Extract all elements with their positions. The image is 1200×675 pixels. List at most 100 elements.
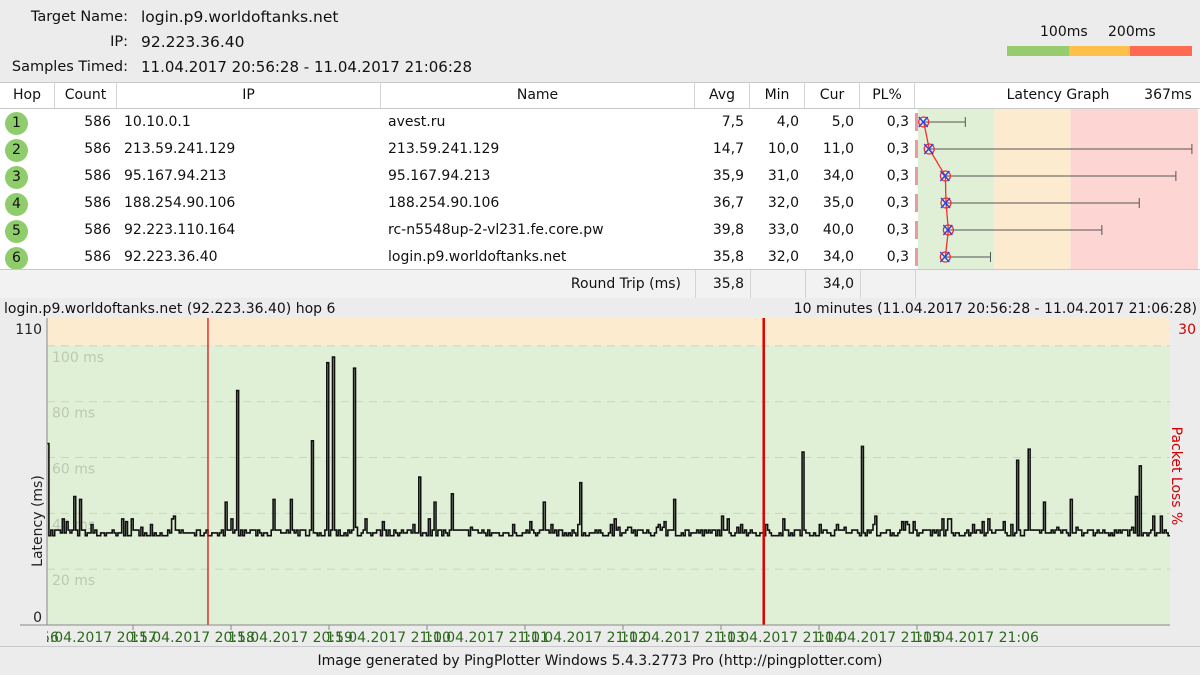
- hop-badge: 1: [5, 112, 28, 135]
- ip-cell: 213.59.241.129: [124, 141, 236, 157]
- pl-cell: 0,3: [886, 249, 909, 265]
- round-trip-avg: 35,8: [712, 276, 744, 292]
- graph-zone-warn: [994, 109, 1071, 269]
- col-cur[interactable]: Cur: [805, 83, 860, 108]
- pl-cell: 0,3: [886, 195, 909, 211]
- y2-axis-title: Packet Loss %: [1168, 427, 1184, 526]
- legend-200ms: 200ms: [1108, 24, 1156, 40]
- hop-badge: 2: [5, 139, 28, 162]
- hop-badge: 4: [5, 193, 28, 216]
- packet-loss-indicator: [915, 194, 918, 212]
- name-cell: login.p9.worldoftanks.net: [388, 249, 567, 265]
- latency-graph: [915, 109, 1198, 269]
- name-cell: 213.59.241.129: [388, 141, 500, 157]
- col-ip[interactable]: IP: [117, 83, 381, 108]
- graph-zone-good: [918, 109, 995, 269]
- avg-cell: 14,7: [712, 141, 744, 157]
- ip-label: IP:: [110, 34, 128, 50]
- y2-max-label: 30: [1178, 322, 1196, 338]
- avg-cell: 35,9: [712, 168, 744, 184]
- packet-loss-indicator: [915, 113, 918, 131]
- min-cell: 32,0: [767, 195, 799, 211]
- y-max-label: 110: [15, 322, 42, 338]
- pl-cell: 0,3: [886, 168, 909, 184]
- count-cell: 586: [84, 249, 111, 265]
- count-cell: 586: [84, 141, 111, 157]
- y-min-label: 0: [33, 610, 42, 626]
- hop-badge: 3: [5, 166, 28, 189]
- col-latency-graph[interactable]: Latency Graph: [1003, 83, 1113, 108]
- ip-cell: 92.223.110.164: [124, 222, 236, 238]
- avg-cell: 39,8: [712, 222, 744, 238]
- packet-loss-indicator: [915, 221, 918, 239]
- avg-cell: 7,5: [721, 114, 744, 130]
- ip-cell: 10.10.0.1: [124, 114, 191, 130]
- graph-zone-bad: [1070, 109, 1198, 269]
- pl-cell: 0,3: [886, 114, 909, 130]
- ip-cell: 95.167.94.213: [124, 168, 227, 184]
- packet-loss-indicator: [915, 140, 918, 158]
- y-axis-title: Latency (ms): [30, 475, 46, 567]
- legend-100ms: 100ms: [1040, 24, 1088, 40]
- col-min[interactable]: Min: [750, 83, 805, 108]
- x-tick-label: 11.04.2017 21:06: [914, 630, 1039, 646]
- min-cell: 31,0: [767, 168, 799, 184]
- graph-scale-label: 367ms: [1144, 87, 1192, 103]
- table-row[interactable]: 2 586 213.59.241.129 213.59.241.129 14,7…: [0, 136, 915, 163]
- pl-cell: 0,3: [886, 141, 909, 157]
- packet-loss-indicator: [915, 248, 918, 266]
- avg-cell: 36,7: [712, 195, 744, 211]
- col-avg[interactable]: Avg: [695, 83, 750, 108]
- zone-warn: [47, 318, 1170, 346]
- name-cell: avest.ru: [388, 114, 446, 130]
- name-cell: rc-n5548up-2-vl231.fe.core.pw: [388, 222, 604, 238]
- col-hop[interactable]: Hop: [0, 83, 55, 108]
- cur-cell: 40,0: [822, 222, 854, 238]
- latency-legend-bar: [1007, 46, 1193, 56]
- table-row[interactable]: 6 586 92.223.36.40 login.p9.worldoftanks…: [0, 244, 915, 271]
- ip-cell: 92.223.36.40: [124, 249, 218, 265]
- min-cell: 32,0: [767, 249, 799, 265]
- cur-cell: 11,0: [822, 141, 854, 157]
- min-cell: 33,0: [767, 222, 799, 238]
- ip-value: 92.223.36.40: [141, 33, 245, 51]
- target-name-label: Target Name:: [30, 9, 128, 25]
- min-cell: 4,0: [776, 114, 799, 130]
- grid-label: 20 ms: [52, 573, 95, 589]
- pl-cell: 0,3: [886, 222, 909, 238]
- footer: Image generated by PingPlotter Windows 5…: [0, 646, 1200, 672]
- target-name-value: login.p9.worldoftanks.net: [141, 8, 339, 26]
- cur-cell: 34,0: [822, 249, 854, 265]
- zone-good: [47, 345, 1170, 625]
- latency-time-chart: 100 ms80 ms60 ms40 ms20 ms110030Latency …: [15, 318, 1196, 646]
- count-cell: 586: [84, 195, 111, 211]
- col-count[interactable]: Count: [55, 83, 117, 108]
- chart-title: login.p9.worldoftanks.net (92.223.36.40)…: [4, 301, 336, 317]
- table-row[interactable]: 4 586 188.254.90.106 188.254.90.106 36,7…: [0, 190, 915, 217]
- hop-badge: 5: [5, 220, 28, 243]
- cur-cell: 35,0: [822, 195, 854, 211]
- ip-cell: 188.254.90.106: [124, 195, 236, 211]
- table-row[interactable]: 3 586 95.167.94.213 95.167.94.213 35,9 3…: [0, 163, 915, 190]
- count-cell: 586: [84, 114, 111, 130]
- avg-cell: 35,8: [712, 249, 744, 265]
- name-cell: 95.167.94.213: [388, 168, 491, 184]
- table-row[interactable]: 5 586 92.223.110.164 rc-n5548up-2-vl231.…: [0, 217, 915, 244]
- round-trip-row: Round Trip (ms) 35,8 34,0: [0, 269, 1200, 298]
- cur-cell: 34,0: [822, 168, 854, 184]
- samples-label: Samples Timed:: [11, 59, 128, 75]
- name-cell: 188.254.90.106: [388, 195, 500, 211]
- hop-badge: 6: [5, 247, 28, 270]
- round-trip-cur: 34,0: [822, 276, 854, 292]
- count-cell: 586: [84, 168, 111, 184]
- min-cell: 10,0: [767, 141, 799, 157]
- col-pl[interactable]: PL%: [860, 83, 915, 108]
- table-row[interactable]: 1 586 10.10.0.1 avest.ru 7,5 4,0 5,0 0,3: [0, 109, 915, 136]
- packet-loss-indicator: [915, 167, 918, 185]
- count-cell: 586: [84, 222, 111, 238]
- cur-cell: 5,0: [831, 114, 854, 130]
- round-trip-label: Round Trip (ms): [570, 276, 681, 292]
- col-name[interactable]: Name: [381, 83, 695, 108]
- grid-label: 80 ms: [52, 406, 95, 422]
- grid-label: 60 ms: [52, 462, 95, 478]
